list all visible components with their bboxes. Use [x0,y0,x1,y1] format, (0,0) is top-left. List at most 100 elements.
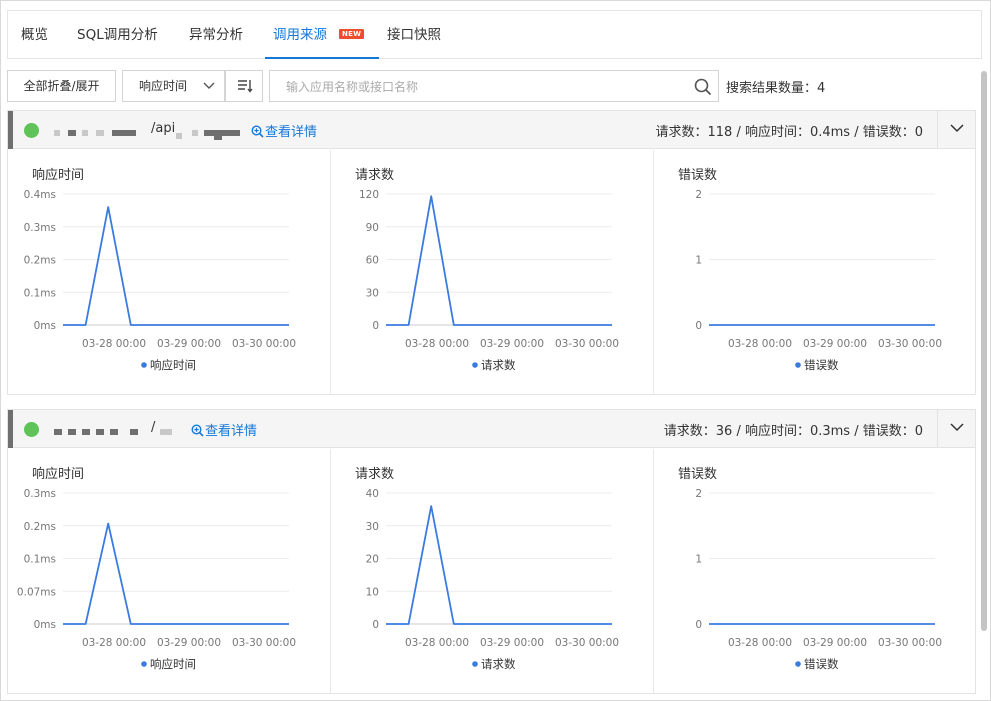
x-tick-label: 03-28 00:00 [405,637,469,649]
zoom-in-icon [191,424,204,437]
legend-label: 响应时间 [150,358,196,372]
tab-interface-snapshot[interactable]: 接口快照 [387,11,441,59]
legend-dot [141,661,147,667]
legend-label: 请求数 [481,358,516,372]
card-accent-bar [8,410,13,448]
y-tick-label: 1 [695,255,702,267]
y-tick-label: 0.1ms [24,287,56,299]
y-tick-label: 10 [366,586,379,598]
request-count-chart-panel: 请求数 0 10 20 30 40 03-28 00:00 03-29 00:00 03-30… [330,449,653,693]
x-tick-label: 03-30 00:00 [555,637,619,649]
x-tick-label: 03-29 00:00 [157,338,221,350]
sort-order-button[interactable] [225,70,263,102]
sort-select[interactable]: 响应时间 [122,70,225,102]
scrollbar[interactable] [981,71,987,631]
chart-title: 响应时间 [32,467,85,482]
source-card: / 查看详情 请求数：36 / 响应时间：0.3ms / 错误数：0 响应时间 … [7,409,976,694]
sort-list-icon [238,80,253,93]
x-tick-label: 03-28 00:00 [82,338,146,350]
error-count-chart: 0 1 2 03-28 00:00 03-29 00:00 03-30 00:00 错误数 [695,488,942,671]
response-time-chart: 0ms 0.1ms 0.2ms 0.3ms 0.4ms 03-28 00:00 03-29 … [24,189,296,372]
response-time-chart-panel: 响应时间 0ms 0.07ms 0.1ms 0.2ms 0.3ms 03-28 00:00… [8,449,331,693]
interface-path: /api [151,121,176,136]
request-count-chart: 0 10 20 30 40 03-28 00:00 03-29 00:00 03-30 00:… [366,488,619,671]
search-icon[interactable] [694,78,712,96]
chevron-down-icon [950,423,964,432]
y-tick-label: 0 [695,320,702,332]
y-tick-label: 1 [695,554,702,566]
chevron-down-icon [950,124,964,133]
legend-label: 错误数 [804,358,839,372]
interface-path: / [151,420,156,435]
y-tick-label: 0.3ms [24,222,56,234]
error-count-chart-panel: 错误数 0 1 2 03-28 00:00 03-29 00:00 03-30 00:00… [653,150,976,394]
tab-exception-analysis[interactable]: 异常分析 [189,11,243,59]
x-tick-label: 03-29 00:00 [480,338,544,350]
y-tick-label: 60 [366,255,379,267]
x-tick-label: 03-28 00:00 [728,637,792,649]
y-tick-label: 0.2ms [24,521,56,533]
search-input[interactable] [286,78,676,96]
chart-title: 请求数 [355,467,395,482]
chart-title: 错误数 [678,467,718,482]
y-tick-label: 0.4ms [24,189,56,201]
series-line [63,522,289,625]
y-tick-label: 0.07ms [17,586,56,598]
status-ok-icon [24,123,39,138]
status-ok-icon [24,422,39,437]
y-tick-label: 0ms [34,619,56,631]
chart-title: 请求数 [355,168,395,183]
card-header[interactable]: / 查看详情 请求数：36 / 响应时间：0.3ms / 错误数：0 [8,410,975,448]
legend-dot [141,362,147,368]
card-header[interactable]: /api 查看详情 请求数：118 / 响应时间：0.4ms / 错误数：0 [8,111,975,149]
collapse-expand-all-button[interactable]: 全部折叠/展开 [7,70,116,102]
error-count-chart: 0 1 2 03-28 00:00 03-29 00:00 03-30 00:00 错误数 [695,189,942,372]
card-accent-bar [8,111,13,149]
y-tick-label: 0.1ms [24,554,56,566]
search-result-count: 搜索结果数量：4 [726,81,826,96]
x-tick-label: 03-29 00:00 [803,637,867,649]
source-card: /api 查看详情 请求数：118 / 响应时间：0.4ms / 错误数：0 响… [7,110,976,395]
zoom-in-icon [251,125,264,138]
series-line [386,505,612,625]
legend-label: 请求数 [481,657,516,671]
collapse-toggle-button[interactable] [937,410,975,448]
tab-overview[interactable]: 概览 [21,11,48,59]
view-details-label: 查看详情 [265,125,318,140]
x-tick-label: 03-28 00:00 [405,338,469,350]
tab-call-source[interactable]: 调用来源 [273,11,327,59]
y-tick-label: 40 [366,488,379,500]
masked-interface-name [176,133,182,139]
view-details-link[interactable]: 查看详情 [251,121,317,140]
y-tick-label: 0.3ms [24,488,56,500]
y-tick-label: 0 [372,619,379,631]
chevron-down-icon [203,82,215,89]
legend-label: 错误数 [804,657,839,671]
y-tick-label: 0 [372,320,379,332]
request-count-chart: 0 30 60 90 120 03-28 00:00 03-29 00:00 03-30 00… [359,189,619,372]
request-count-chart-panel: 请求数 0 30 60 90 120 03-28 00:00 03-29 00:00 03-3… [330,150,653,394]
y-tick-label: 2 [695,189,702,201]
legend-dot [795,661,801,667]
y-tick-label: 0.2ms [24,255,56,267]
masked-interface-name [160,429,172,435]
tab-bar: 概览 SQL调用分析 异常分析 调用来源 NEW 接口快照 [7,10,982,59]
chart-title: 响应时间 [32,168,85,183]
tab-sql-analysis[interactable]: SQL调用分析 [77,11,158,59]
x-tick-label: 03-29 00:00 [157,637,221,649]
error-count-chart-panel: 错误数 0 1 2 03-28 00:00 03-29 00:00 03-30 00:00… [653,449,976,693]
y-tick-label: 30 [366,521,379,533]
x-tick-label: 03-28 00:00 [728,338,792,350]
active-tab-indicator [265,57,379,59]
response-time-chart-panel: 响应时间 0ms 0.1ms 0.2ms 0.3ms 0.4ms 03-28 00:00 0… [8,150,331,394]
x-tick-label: 03-29 00:00 [803,338,867,350]
collapse-toggle-button[interactable] [937,111,975,149]
legend-dot [472,661,478,667]
series-line [386,195,612,326]
masked-app-name [54,429,62,435]
x-tick-label: 03-28 00:00 [82,637,146,649]
masked-app-name [54,130,60,136]
view-details-label: 查看详情 [205,424,258,439]
view-details-link[interactable]: 查看详情 [191,420,257,439]
series-line [63,206,289,326]
